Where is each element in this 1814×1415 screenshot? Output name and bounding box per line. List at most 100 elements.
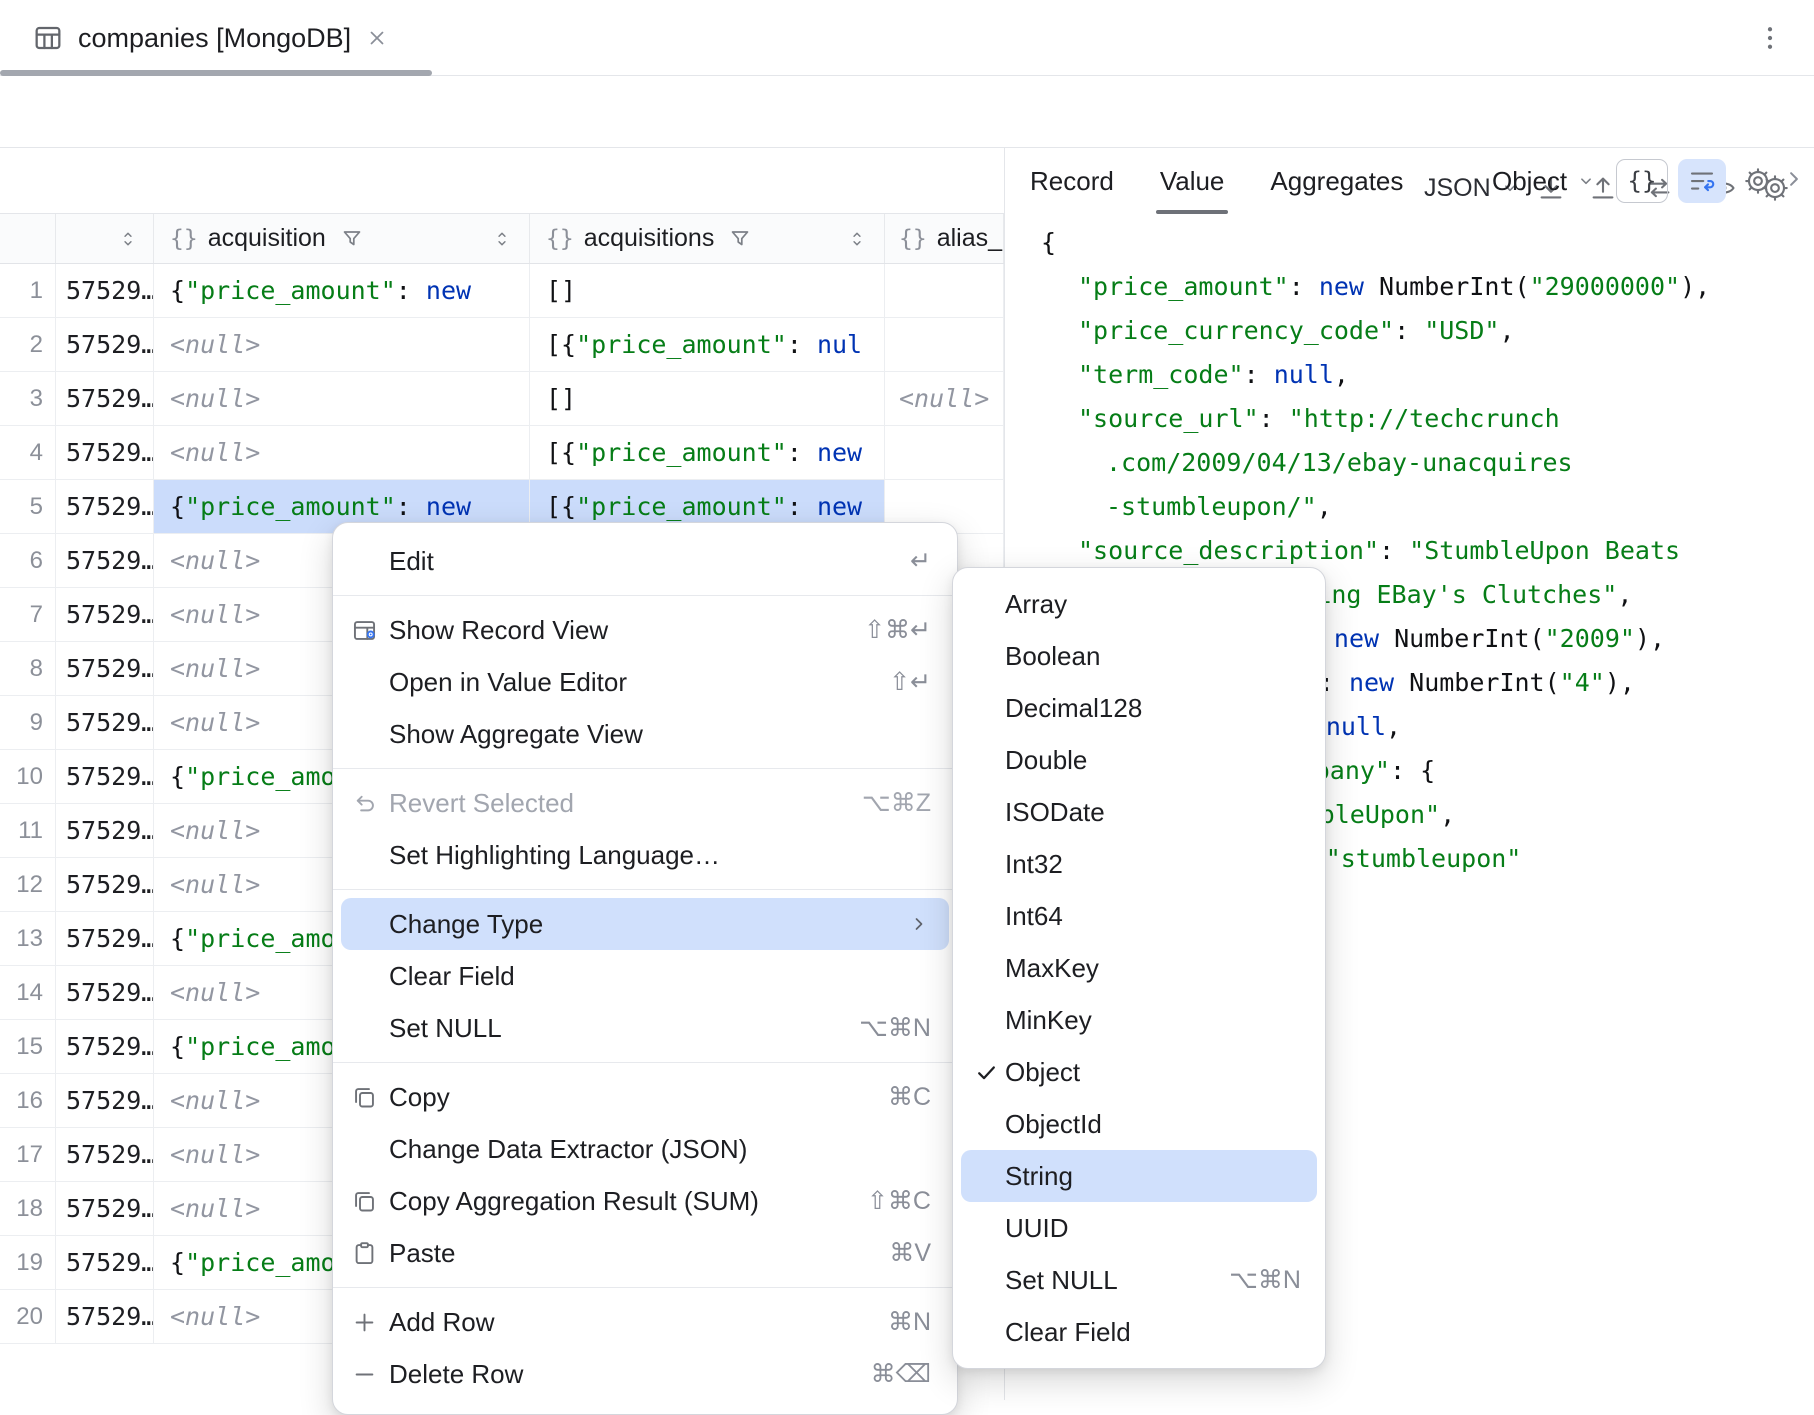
type-menu-item-uuid[interactable]: UUID	[961, 1202, 1317, 1254]
row-number[interactable]: 17	[0, 1128, 56, 1181]
panel-expand-icon[interactable]	[1780, 165, 1808, 193]
soft-wrap-button[interactable]	[1678, 159, 1726, 203]
menu-item-show-aggregate-view[interactable]: Show Aggregate View	[341, 708, 949, 760]
sort-arrows-icon[interactable]	[117, 228, 139, 250]
column-header-_id[interactable]	[56, 214, 154, 263]
tab-value[interactable]: Value	[1160, 148, 1225, 214]
cell-id[interactable]: 57529…	[56, 1182, 154, 1235]
type-menu-item-maxkey[interactable]: MaxKey	[961, 942, 1317, 994]
cell-id[interactable]: 57529…	[56, 1020, 154, 1073]
menu-item-show-record-view[interactable]: Show Record View⇧⌘↵	[341, 604, 949, 656]
row-number[interactable]: 9	[0, 696, 56, 749]
row-number[interactable]: 15	[0, 1020, 56, 1073]
menu-item-set-highlighting-language[interactable]: Set Highlighting Language…	[341, 829, 949, 881]
cell-id[interactable]: 57529…	[56, 588, 154, 641]
type-menu-item-decimal128[interactable]: Decimal128	[961, 682, 1317, 734]
sort-arrows-icon[interactable]	[491, 228, 513, 250]
menu-item-paste[interactable]: Paste⌘V	[341, 1227, 949, 1279]
menu-item-add-row[interactable]: Add Row⌘N	[341, 1296, 949, 1348]
tab-companies-mongodb[interactable]: companies [MongoDB]	[0, 0, 415, 76]
cell-acquisitions[interactable]: []	[530, 372, 885, 425]
cell-id[interactable]: 57529…	[56, 804, 154, 857]
more-options-button[interactable]	[1748, 16, 1792, 60]
row-number[interactable]: 7	[0, 588, 56, 641]
cell-id[interactable]: 57529…	[56, 264, 154, 317]
cell-acquisition[interactable]: <null>	[154, 318, 530, 371]
value-panel-settings-button[interactable]	[1736, 159, 1780, 203]
braces-format-button[interactable]: {}	[1616, 159, 1668, 203]
row-number[interactable]: 3	[0, 372, 56, 425]
menu-item-change-type[interactable]: Change Type	[341, 898, 949, 950]
column-filter-icon[interactable]	[728, 227, 752, 251]
row-number[interactable]: 4	[0, 426, 56, 479]
type-menu-item-clear-field[interactable]: Clear Field	[961, 1306, 1317, 1358]
cell-alias-list[interactable]	[885, 318, 1004, 371]
cell-id[interactable]: 57529…	[56, 426, 154, 479]
menu-item-copy[interactable]: Copy⌘C	[341, 1071, 949, 1123]
row-number[interactable]: 19	[0, 1236, 56, 1289]
cell-acquisitions[interactable]: [{"price_amount": nul	[530, 318, 885, 371]
row-number[interactable]: 2	[0, 318, 56, 371]
row-number[interactable]: 16	[0, 1074, 56, 1127]
view-mode-selector[interactable]: Object	[1492, 148, 1597, 214]
cell-alias-list[interactable]: <null>	[885, 372, 1004, 425]
row-number[interactable]: 10	[0, 750, 56, 803]
cell-id[interactable]: 57529…	[56, 372, 154, 425]
column-header-acquisitions[interactable]: {}acquisitions	[530, 214, 885, 263]
cell-id[interactable]: 57529…	[56, 318, 154, 371]
row-number[interactable]: 8	[0, 642, 56, 695]
sort-arrows-icon[interactable]	[846, 228, 868, 250]
cell-acquisition[interactable]: {"price_amount": new	[154, 264, 530, 317]
tab-close-icon[interactable]	[365, 26, 389, 50]
menu-item-change-data-extractor-json[interactable]: Change Data Extractor (JSON)	[341, 1123, 949, 1175]
cell-id[interactable]: 57529…	[56, 696, 154, 749]
menu-item-set-null[interactable]: Set NULL⌥⌘N	[341, 1002, 949, 1054]
type-menu-item-minkey[interactable]: MinKey	[961, 994, 1317, 1046]
type-menu-item-objectid[interactable]: ObjectId	[961, 1098, 1317, 1150]
cell-id[interactable]: 57529…	[56, 858, 154, 911]
cell-id[interactable]: 57529…	[56, 750, 154, 803]
tab-record[interactable]: Record	[1030, 148, 1114, 214]
menu-item-edit[interactable]: Edit↵	[341, 535, 949, 587]
cell-id[interactable]: 57529…	[56, 480, 154, 533]
cell-id[interactable]: 57529…	[56, 1290, 154, 1343]
type-menu-item-boolean[interactable]: Boolean	[961, 630, 1317, 682]
cell-acquisitions[interactable]: [{"price_amount": new	[530, 426, 885, 479]
column-header-alias_list[interactable]: {}alias_list	[885, 214, 1004, 263]
cell-alias-list[interactable]	[885, 426, 1004, 479]
row-number[interactable]: 13	[0, 912, 56, 965]
cell-alias-list[interactable]	[885, 264, 1004, 317]
type-menu-item-set-null[interactable]: Set NULL⌥⌘N	[961, 1254, 1317, 1306]
menu-item-open-in-value-editor[interactable]: Open in Value Editor⇧↵	[341, 656, 949, 708]
row-number[interactable]: 6	[0, 534, 56, 587]
row-number[interactable]: 14	[0, 966, 56, 1019]
type-menu-item-int64[interactable]: Int64	[961, 890, 1317, 942]
type-menu-item-isodate[interactable]: ISODate	[961, 786, 1317, 838]
cell-id[interactable]: 57529…	[56, 966, 154, 1019]
cell-id[interactable]: 57529…	[56, 1128, 154, 1181]
type-menu-item-array[interactable]: Array	[961, 578, 1317, 630]
row-number[interactable]: 1	[0, 264, 56, 317]
column-filter-icon[interactable]	[340, 227, 364, 251]
row-number[interactable]: 11	[0, 804, 56, 857]
menu-item-delete-row[interactable]: Delete Row⌘⌫	[341, 1348, 949, 1400]
column-header-acquisition[interactable]: {}acquisition	[154, 214, 530, 263]
cell-acquisitions[interactable]: []	[530, 264, 885, 317]
type-menu-item-double[interactable]: Double	[961, 734, 1317, 786]
cell-id[interactable]: 57529…	[56, 1074, 154, 1127]
menu-item-revert-selected[interactable]: Revert Selected⌥⌘Z	[341, 777, 949, 829]
menu-item-clear-field[interactable]: Clear Field	[341, 950, 949, 1002]
row-number[interactable]: 5	[0, 480, 56, 533]
menu-item-copy-aggregation-result-sum[interactable]: Copy Aggregation Result (SUM)⇧⌘C	[341, 1175, 949, 1227]
type-menu-item-string[interactable]: String	[961, 1150, 1317, 1202]
row-number[interactable]: 18	[0, 1182, 56, 1235]
cell-id[interactable]: 57529…	[56, 534, 154, 587]
row-number[interactable]: 20	[0, 1290, 56, 1343]
cell-id[interactable]: 57529…	[56, 912, 154, 965]
row-number[interactable]: 12	[0, 858, 56, 911]
type-menu-item-int32[interactable]: Int32	[961, 838, 1317, 890]
cell-id[interactable]: 57529…	[56, 1236, 154, 1289]
cell-acquisition[interactable]: <null>	[154, 372, 530, 425]
type-menu-item-object[interactable]: Object	[961, 1046, 1317, 1098]
cell-acquisition[interactable]: <null>	[154, 426, 530, 479]
